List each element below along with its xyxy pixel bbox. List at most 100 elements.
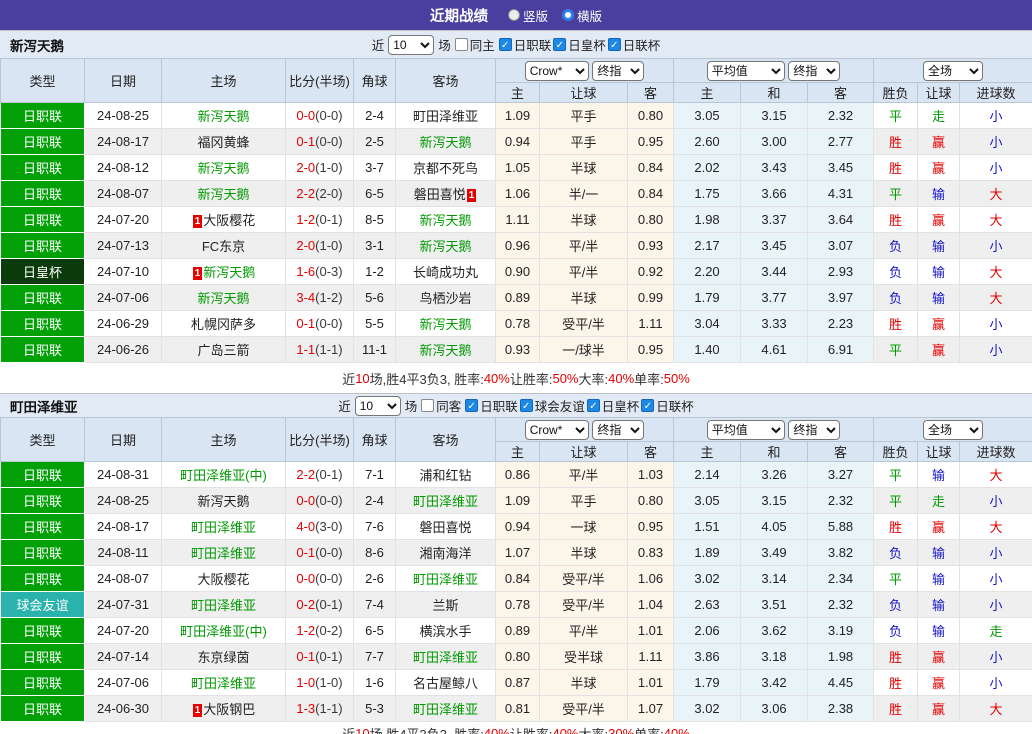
league-filter-checkbox[interactable]: ✓ [553,38,567,51]
league-filter-checkbox[interactable]: ✓ [641,399,655,412]
vertical-layout-radio[interactable] [507,9,520,21]
summary-text: 让胜率: [509,726,553,734]
league-type-cell: 日职联 [0,336,85,363]
result-wdl-cell: 平 [873,565,919,592]
subcol-crow-away: 客 [626,82,675,103]
summary-text: 场,胜4平3负3, 胜率: [369,726,484,734]
matches-label: 场 [404,400,418,414]
result-group-fulltime: 全场 [873,417,1032,442]
home-team-cell: 新泻天鹅 [161,102,286,129]
odds-avg-away: 3.82 [807,539,875,566]
odds-crow-away: 0.99 [626,284,675,311]
odds-avg-home: 1.89 [673,539,742,566]
odds-avg-draw: 3.42 [740,669,809,696]
score-halftime: (0-0) [315,108,343,123]
league-filter-checkbox[interactable]: ✓ [498,38,512,51]
average-odds-select[interactable]: 平均值 [706,419,785,440]
fulltime-select[interactable]: 全场 [923,60,984,81]
final-odds-select-2[interactable]: 终指 [788,60,841,81]
date-cell: 24-08-17 [84,513,162,540]
odds-crow-handicap: 平手 [539,102,628,129]
same-venue-label: 同客 [436,400,462,414]
same-venue-checkbox[interactable] [421,399,435,412]
odds-crow-away: 0.84 [626,154,675,181]
odds-avg-draw: 3.37 [740,206,809,233]
corner-cell: 2-4 [353,487,396,514]
corner-cell: 2-5 [353,128,396,155]
odds-avg-draw: 3.43 [740,154,809,181]
odds-avg-away: 5.88 [807,513,875,540]
final-odds-select[interactable]: 终指 [592,419,645,440]
odds-avg-away: 3.19 [807,617,875,644]
corner-cell: 2-6 [353,565,396,592]
subcol-avg-draw: 和 [740,82,809,103]
score-fulltime: 1-6 [296,264,316,279]
match-row: 日职联 24-06-26 广岛三箭 1-1(1-1) 11-1 新泻天鹅 0.93 一/球半 0… [0,336,1032,363]
league-filter-checkbox[interactable]: ✓ [586,399,600,412]
matches-label: 场 [438,39,451,53]
result-goals-cell: 小 [959,487,1032,514]
col-header-home: 主场 [161,58,286,103]
odds-crow-handicap: 半/一 [539,180,628,207]
corner-cell: 11-1 [353,336,396,363]
home-team-cell: 新泻天鹅 [161,154,286,181]
odds-crow-away: 1.06 [626,565,675,592]
score-cell: 0-0(0-0) [285,565,354,592]
result-handicap-cell: 赢 [917,128,961,155]
league-filter-checkbox[interactable]: ✓ [607,38,621,51]
subcol-handicap-result: 让球 [917,441,961,462]
red-card-badge: 1 [192,704,203,717]
odds-crow-away: 1.03 [626,461,675,488]
crow-odds-select[interactable]: Crow* [524,60,589,81]
date-cell: 24-08-25 [84,102,162,129]
odds-avg-away: 2.32 [807,487,875,514]
final-odds-select-2[interactable]: 终指 [788,419,841,440]
league-filter-checkbox[interactable]: ✓ [465,399,479,412]
horizontal-layout-radio[interactable] [562,9,574,21]
odds-crow-handicap: 平/半 [539,461,628,488]
odds-crow-away: 0.95 [626,128,675,155]
recent-count-select[interactable]: 10 [354,395,401,416]
subcol-handicap-result: 让球 [917,82,961,103]
same-venue-checkbox[interactable] [454,38,468,51]
score-fulltime: 0-1 [296,316,316,331]
corner-cell: 7-6 [353,513,396,540]
red-card-badge: 1 [466,189,477,202]
date-cell: 24-07-31 [84,591,162,618]
score-cell: 1-3(1-1) [285,695,354,722]
date-cell: 24-06-26 [84,336,162,363]
col-header-away: 客场 [395,417,496,462]
odds-group-crow: Crow* 终指 [494,417,675,442]
average-odds-select[interactable]: 平均值 [706,60,785,81]
away-team-name: 町田泽维亚 [412,650,478,665]
final-odds-select[interactable]: 终指 [592,60,645,81]
fulltime-select[interactable]: 全场 [923,419,984,440]
results-section-1: 新泻天鹅 近 10 场 同主 ✓ 日职联 ✓ 日皇杯 ✓ 日联杯 类型 日期 主场 比分 [0,30,1032,393]
score-cell: 0-0(0-0) [285,487,354,514]
col-header-date: 日期 [84,417,162,462]
home-team-name: 新泻天鹅 [197,187,250,202]
away-team-name: 町田泽维亚 [412,702,478,717]
odds-crow-away: 0.80 [626,206,675,233]
summary-text: 单率: [634,726,664,734]
summary-value: 30% [608,725,635,734]
league-filter-checkbox[interactable]: ✓ [519,399,533,412]
subcol-wdl: 胜负 [873,441,919,462]
result-goals-cell: 小 [959,102,1032,129]
score-fulltime: 2-2 [296,186,316,201]
subcol-crow-home: 主 [495,441,540,462]
odds-avg-home: 2.17 [673,232,742,259]
crow-odds-select[interactable]: Crow* [524,419,589,440]
score-fulltime: 0-1 [296,649,316,664]
odds-avg-home: 3.02 [673,695,742,722]
subcol-crow-handicap: 让球 [539,441,628,462]
result-handicap-cell: 赢 [917,310,961,337]
league-type-cell: 日职联 [0,284,85,311]
away-team-name: 磐田喜悦 [413,187,466,202]
home-team-name: 新泻天鹅 [197,109,250,124]
odds-crow-home: 0.94 [495,513,540,540]
corner-cell: 8-5 [353,206,396,233]
recent-count-select[interactable]: 10 [388,34,435,55]
score-cell: 0-0(0-0) [285,102,354,129]
result-goals-cell: 小 [959,232,1032,259]
